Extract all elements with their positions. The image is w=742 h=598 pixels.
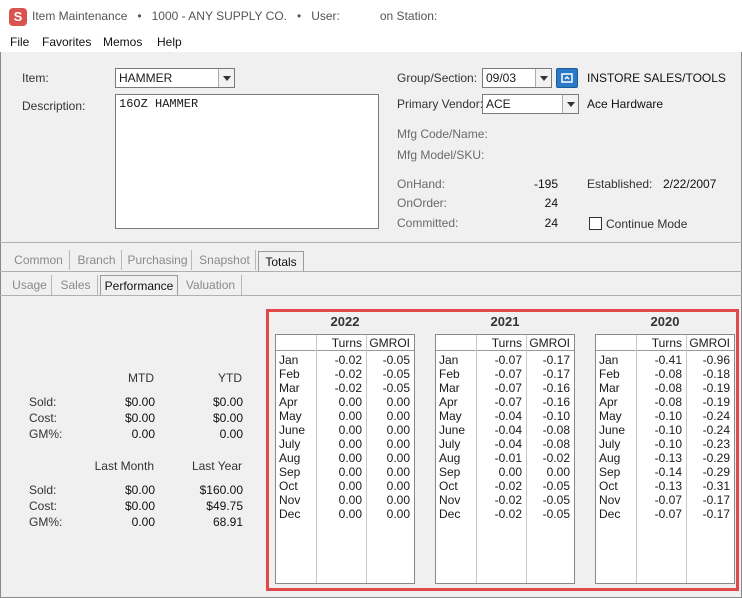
gm-mtd: 0.00 <box>131 427 155 441</box>
gm-ytd: 0.00 <box>219 427 243 441</box>
group-lookup-button[interactable] <box>556 68 578 88</box>
sold-label: Sold: <box>29 483 57 497</box>
continue-mode-checkbox[interactable] <box>589 217 602 230</box>
gm-label: GM%: <box>29 427 63 441</box>
chevron-down-icon[interactable] <box>218 69 234 87</box>
mfg-code-label: Mfg Code/Name: <box>397 127 488 141</box>
app-icon: S <box>9 8 27 26</box>
menu-file[interactable]: File <box>10 35 29 49</box>
chevron-down-icon[interactable] <box>535 69 551 87</box>
onorder-value: 24 <box>544 196 558 210</box>
last-year-header: Last Year <box>191 459 242 473</box>
window-title: Item Maintenance • 1000 - ANY SUPPLY CO.… <box>32 9 438 23</box>
cost-last-year: $49.75 <box>206 499 243 513</box>
onhand-label: OnHand: <box>397 177 446 191</box>
cost-mtd: $0.00 <box>124 411 155 425</box>
primary-vendor-label: Primary Vendor: <box>397 97 484 111</box>
primary-vendor-value: ACE <box>486 97 511 111</box>
menu-favorites[interactable]: Favorites <box>42 35 91 49</box>
group-section-combo[interactable]: 09/03 <box>482 68 552 88</box>
tab-totals[interactable]: Totals <box>258 251 304 271</box>
cost-last-month: $0.00 <box>124 499 155 513</box>
cost-label: Cost: <box>29 499 58 513</box>
gm-last-month: 0.00 <box>131 515 155 529</box>
cost-label: Cost: <box>29 411 58 425</box>
subtab-usage[interactable]: Usage <box>8 275 52 295</box>
menu-memos[interactable]: Memos <box>103 35 142 49</box>
highlight-box <box>266 309 739 591</box>
main-tabs-top-line <box>0 242 742 243</box>
sold-mtd: $0.00 <box>124 395 155 409</box>
main-tabs: Common Branch Purchasing Snapshot Totals <box>0 250 742 271</box>
sold-ytd: $0.00 <box>212 395 243 409</box>
committed-label: Committed: <box>397 216 459 230</box>
established-value: 2/22/2007 <box>663 177 717 191</box>
committed-value: 24 <box>544 216 558 230</box>
subtab-valuation[interactable]: Valuation <box>180 275 242 295</box>
lookup-icon <box>561 73 573 83</box>
item-value: HAMMER <box>119 71 173 85</box>
item-label: Item: <box>22 71 49 85</box>
sold-last-year: $160.00 <box>199 483 243 497</box>
onorder-label: OnOrder: <box>397 196 448 210</box>
sold-last-month: $0.00 <box>124 483 155 497</box>
mfg-model-label: Mfg Model/SKU: <box>397 148 485 162</box>
continue-mode-label: Continue Mode <box>606 217 688 231</box>
sold-label: Sold: <box>29 395 57 409</box>
subtab-sales[interactable]: Sales <box>54 275 98 295</box>
primary-vendor-name: Ace Hardware <box>587 97 664 111</box>
tab-purchasing[interactable]: Purchasing <box>124 250 192 270</box>
tab-branch[interactable]: Branch <box>72 250 122 270</box>
ytd-header: YTD <box>218 371 242 385</box>
subtab-performance[interactable]: Performance <box>100 275 178 295</box>
tab-common[interactable]: Common <box>8 250 70 270</box>
gm-label: GM%: <box>29 515 63 529</box>
gm-last-year: 68.91 <box>212 515 243 529</box>
established-label: Established: <box>587 177 653 191</box>
group-section-name: INSTORE SALES/TOOLS <box>587 71 726 85</box>
item-combo[interactable]: HAMMER <box>115 68 235 88</box>
main-tabs-bottom-line <box>0 271 742 272</box>
chevron-down-icon[interactable] <box>562 95 578 113</box>
primary-vendor-combo[interactable]: ACE <box>482 94 579 114</box>
group-section-value: 09/03 <box>486 71 517 85</box>
cost-ytd: $0.00 <box>212 411 243 425</box>
onhand-value: -195 <box>533 177 558 191</box>
sub-tabs: Usage Sales Performance Valuation <box>0 275 742 296</box>
last-month-header: Last Month <box>94 459 154 473</box>
tab-snapshot[interactable]: Snapshot <box>194 250 256 270</box>
group-section-label: Group/Section: <box>397 71 478 85</box>
menu-help[interactable]: Help <box>157 35 182 49</box>
mtd-header: MTD <box>128 371 154 385</box>
description-field[interactable]: 16OZ HAMMER <box>115 94 379 229</box>
description-label: Description: <box>22 99 86 113</box>
sub-tabs-bottom-line <box>0 295 742 296</box>
